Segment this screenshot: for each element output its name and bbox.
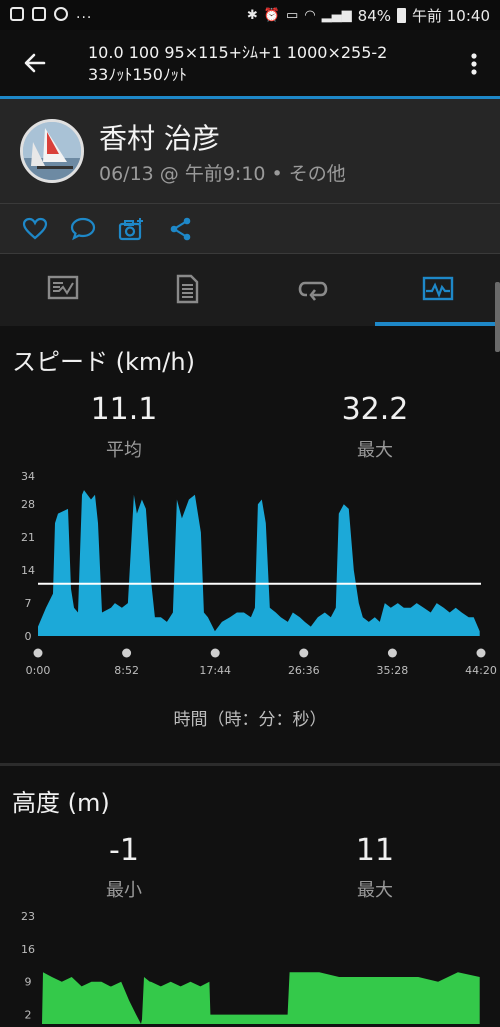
more-options-icon[interactable] <box>464 50 484 78</box>
altitude-chart: 23 16 9 2 <box>21 910 480 1024</box>
action-row <box>0 204 500 253</box>
battery-icon <box>397 8 406 23</box>
x-tick-marker <box>33 648 43 658</box>
y-tick-label: 9 <box>25 976 32 989</box>
tab-laps[interactable] <box>250 254 375 326</box>
altitude-max-label: 最大 <box>357 880 393 901</box>
camera-add-icon[interactable] <box>118 216 144 242</box>
sync-icon <box>54 7 68 21</box>
x-tick-label: 35:28 <box>377 664 409 677</box>
signal-icon: ▂▄▆ <box>321 8 352 23</box>
x-tick-label: 17:44 <box>199 664 231 677</box>
y-tick-label: 2 <box>25 1009 32 1022</box>
speed-average-value: 11.1 <box>90 392 158 427</box>
wifi-icon: ◠ <box>304 8 316 23</box>
tab-charts[interactable] <box>375 254 500 326</box>
overview-icon <box>47 275 79 300</box>
y-tick-label: 23 <box>21 910 35 923</box>
scrollbar-thumb[interactable] <box>495 282 500 352</box>
area-series <box>38 490 480 636</box>
y-tick-label: 14 <box>21 564 35 577</box>
y-tick-label: 0 <box>25 630 32 643</box>
system-icons: ✱ ⏰ ▭ ◠ ▂▄▆ 84% 午前 10:40 <box>247 5 490 26</box>
activity-date-type: 06/13 @ 午前9:10 • その他 <box>99 163 346 185</box>
speed-average-label: 平均 <box>106 440 142 461</box>
altitude-max-value: 11 <box>355 833 395 868</box>
altitude-min-value: -1 <box>109 833 139 868</box>
share-icon[interactable] <box>168 216 194 242</box>
clock: 午前 10:40 <box>412 7 490 25</box>
y-tick-label: 7 <box>25 597 32 610</box>
section-separator <box>0 763 500 766</box>
tab-bar <box>0 254 500 326</box>
x-tick-marker <box>476 648 486 658</box>
x-tick-marker <box>387 648 397 658</box>
heart-icon[interactable] <box>22 216 48 242</box>
notification-icons: ... <box>10 6 92 22</box>
tab-details[interactable] <box>125 254 250 326</box>
x-tick-label: 8:52 <box>114 664 139 677</box>
area-series <box>42 972 480 1024</box>
app-bar: 10.0 100 95×115+ｼﾑ+1 1000×255-2 33ﾉｯﾄ150… <box>0 30 500 96</box>
laps-icon <box>298 281 328 301</box>
profile-card: 香村 治彦 06/13 @ 午前9:10 • その他 <box>0 99 500 203</box>
active-tab-indicator <box>375 322 500 326</box>
back-arrow-icon[interactable] <box>20 48 50 78</box>
comment-icon[interactable] <box>70 216 96 242</box>
avatar[interactable] <box>20 119 84 183</box>
status-bar: ... ✱ ⏰ ▭ ◠ ▂▄▆ 84% 午前 10:40 <box>0 0 500 30</box>
volte-icon: ▭ <box>286 8 299 23</box>
more-notifications-icon: ... <box>76 6 93 22</box>
y-tick-label: 28 <box>21 498 35 511</box>
instagram-icon <box>32 7 46 21</box>
athlete-name[interactable]: 香村 治彦 <box>99 117 220 157</box>
y-tick-label: 21 <box>21 531 35 544</box>
tab-overview[interactable] <box>0 254 125 326</box>
speed-max-label: 最大 <box>357 440 393 461</box>
x-tick-marker <box>122 648 132 658</box>
x-tick-label: 44:20 <box>465 664 497 677</box>
details-icon <box>176 274 199 304</box>
bluetooth-icon: ✱ <box>246 8 258 23</box>
x-tick-marker <box>210 648 220 658</box>
y-tick-label: 34 <box>21 470 35 483</box>
y-tick-label: 16 <box>21 943 35 956</box>
gallery-icon <box>10 7 24 21</box>
speed-section-title: スピード (km/h) <box>12 348 195 376</box>
activity-title-line2: 33ﾉｯﾄ150ﾉｯﾄ <box>88 65 187 84</box>
activity-title: 10.0 100 95×115+ｼﾑ+1 1000×255-2 33ﾉｯﾄ150… <box>88 42 458 86</box>
charts-icon <box>422 276 454 301</box>
altitude-section-title: 高度 (m) <box>12 789 110 817</box>
time-axis-title: 時間（時：分：秒） <box>173 710 327 730</box>
alarm-icon: ⏰ <box>263 8 281 23</box>
altitude-min-label: 最小 <box>106 880 142 901</box>
speed-max-value: 32.2 <box>341 392 409 427</box>
battery-percent: 84% <box>357 6 391 25</box>
x-tick-marker <box>299 648 309 658</box>
x-tick-label: 0:00 <box>26 664 51 677</box>
x-tick-label: 26:36 <box>288 664 320 677</box>
activity-title-line1: 10.0 100 95×115+ｼﾑ+1 1000×255-2 <box>88 43 388 62</box>
speed-chart: 34 28 21 14 7 0 0:00 8:52 17:44 26:36 35:28 44:20 <box>21 470 497 677</box>
